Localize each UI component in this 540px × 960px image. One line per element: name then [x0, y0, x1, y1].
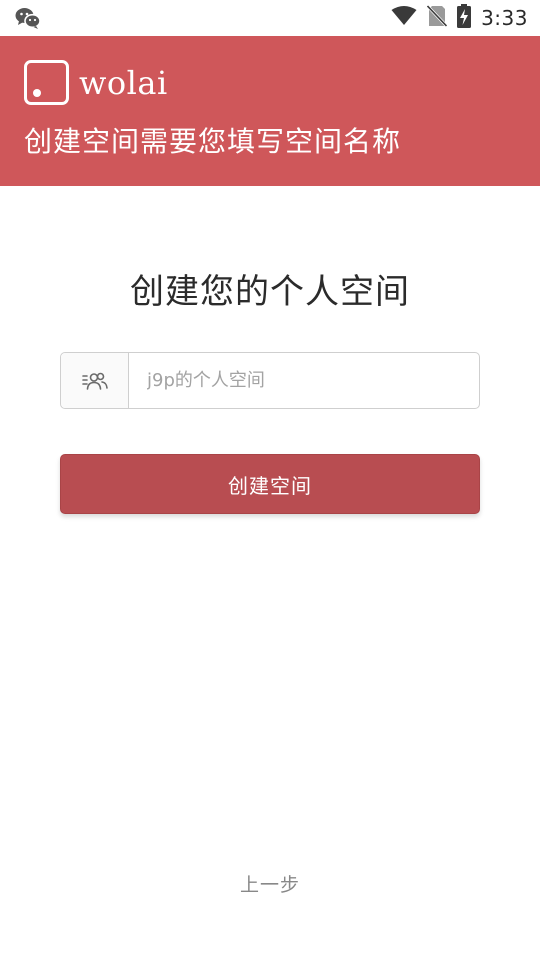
wifi-icon: [391, 6, 417, 30]
app-logo: wolai: [24, 60, 168, 105]
space-name-field: [60, 352, 480, 409]
page-title: 创建您的个人空间: [130, 272, 410, 312]
wechat-icon: [14, 6, 42, 30]
no-sim-icon: [426, 4, 448, 31]
logo-text: wolai: [79, 63, 168, 102]
header-banner: wolai 创建空间需要您填写空间名称: [0, 36, 540, 186]
wolai-logo-icon: [24, 60, 69, 105]
create-space-button[interactable]: 创建空间: [60, 454, 480, 514]
status-time: 3:33: [481, 6, 528, 30]
battery-charging-icon: [457, 4, 472, 32]
header-subtitle: 创建空间需要您填写空间名称: [24, 125, 402, 158]
back-button[interactable]: 上一步: [0, 870, 540, 897]
status-bar: 3:33: [0, 0, 540, 36]
team-icon: [61, 353, 129, 408]
space-name-input[interactable]: [129, 353, 479, 408]
